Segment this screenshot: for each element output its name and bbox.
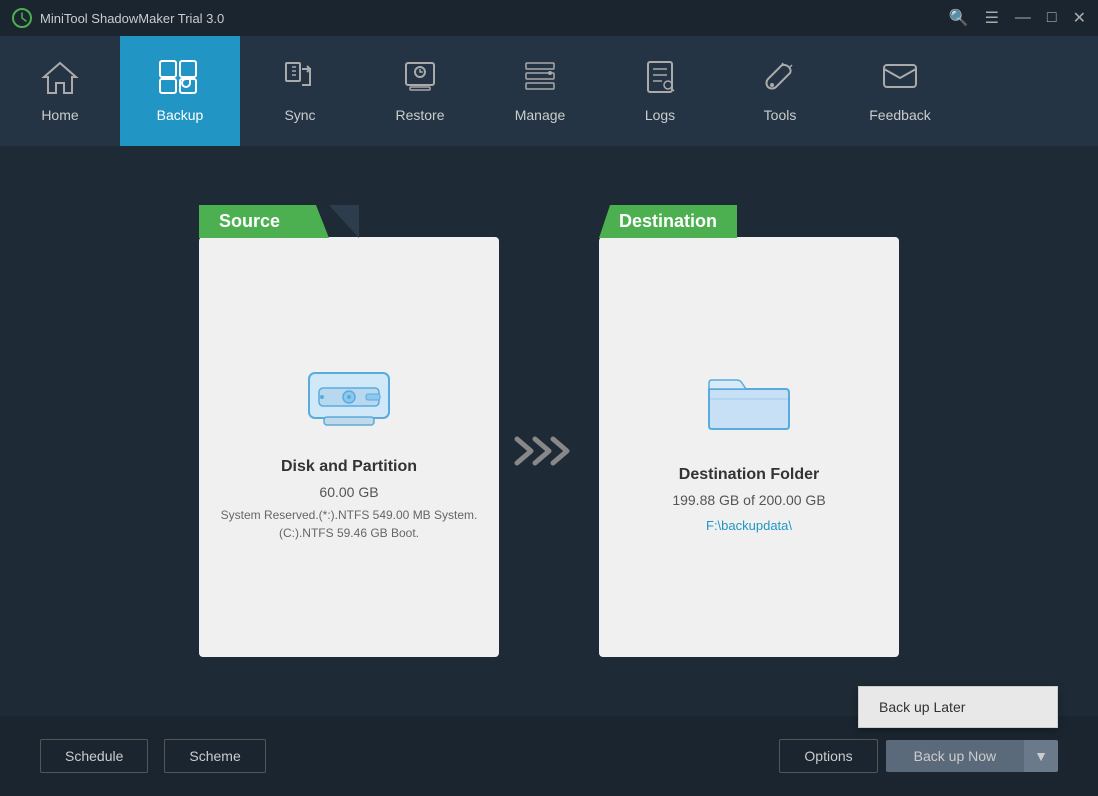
destination-wrapper: Destination Destination Folder 199.88 GB… [599,205,899,657]
title-bar: MiniTool ShadowMaker Trial 3.0 🔍 ☰ — □ ✕ [0,0,1098,36]
nav-label-feedback: Feedback [869,107,930,123]
sync-icon [282,59,318,101]
maximize-icon[interactable]: □ [1047,9,1057,27]
backup-later-item[interactable]: Back up Later [859,687,1057,727]
home-icon [40,59,80,101]
close-icon[interactable]: ✕ [1073,8,1086,28]
backup-icon [158,59,202,101]
scheme-button[interactable]: Scheme [164,739,265,773]
source-card-size: 60.00 GB [319,484,378,500]
logs-icon [642,59,678,101]
minimize-icon[interactable]: — [1015,9,1031,27]
source-card-detail: System Reserved.(*:).NTFS 549.00 MB Syst… [219,506,479,542]
manage-icon [522,59,558,101]
disk-icon [294,353,404,438]
nav-label-restore: Restore [395,107,444,123]
nav-label-logs: Logs [645,107,675,123]
nav-item-manage[interactable]: Manage [480,36,600,146]
nav-label-sync: Sync [284,107,315,123]
window-controls: 🔍 ☰ — □ ✕ [949,8,1086,28]
backup-dropdown-button[interactable]: ▼ [1024,740,1058,772]
nav-bar: Home Backup Sync [0,36,1098,146]
source-card-title: Disk and Partition [281,458,417,476]
menu-icon[interactable]: ☰ [985,8,999,28]
destination-label: Destination [599,205,737,238]
restore-icon [402,59,438,101]
nav-item-logs[interactable]: Logs [600,36,720,146]
app-logo-icon [12,8,32,28]
nav-label-tools: Tools [764,107,797,123]
nav-label-manage: Manage [515,107,566,123]
content-area: Source Disk a [0,146,1098,716]
backup-dropdown-menu: Back up Later [858,686,1058,728]
source-label: Source [199,205,329,238]
tools-icon [762,59,798,101]
dest-card-path: F:\backupdata\ [706,518,792,533]
backup-now-group: Back up Now ▼ [886,740,1058,772]
backup-now-button[interactable]: Back up Now [886,740,1024,772]
nav-item-tools[interactable]: Tools [720,36,840,146]
nav-item-sync[interactable]: Sync [240,36,360,146]
schedule-button[interactable]: Schedule [40,739,148,773]
nav-label-home: Home [41,107,78,123]
dest-card-size: 199.88 GB of 200.00 GB [672,492,825,508]
nav-item-backup[interactable]: Backup [120,36,240,146]
app-title: MiniTool ShadowMaker Trial 3.0 [40,11,224,26]
bottom-right-actions: Options Back up Now ▼ [779,739,1058,773]
source-card[interactable]: Disk and Partition 60.00 GB System Reser… [199,237,499,657]
title-bar-left: MiniTool ShadowMaker Trial 3.0 [12,8,224,28]
search-icon[interactable]: 🔍 [949,8,969,28]
folder-icon [699,361,799,446]
nav-label-backup: Backup [157,107,204,123]
source-wrapper: Source Disk a [199,205,499,657]
options-button[interactable]: Options [779,739,877,773]
nav-item-restore[interactable]: Restore [360,36,480,146]
nav-item-feedback[interactable]: Feedback [840,36,960,146]
arrow-area [499,391,599,471]
chevrons-icon [509,431,589,471]
destination-card[interactable]: Destination Folder 199.88 GB of 200.00 G… [599,237,899,657]
dest-card-title: Destination Folder [679,466,819,484]
nav-item-home[interactable]: Home [0,36,120,146]
bottom-bar: Schedule Scheme Options Back up Now ▼ [0,716,1098,796]
bottom-left-actions: Schedule Scheme [40,739,266,773]
feedback-icon [880,59,920,101]
